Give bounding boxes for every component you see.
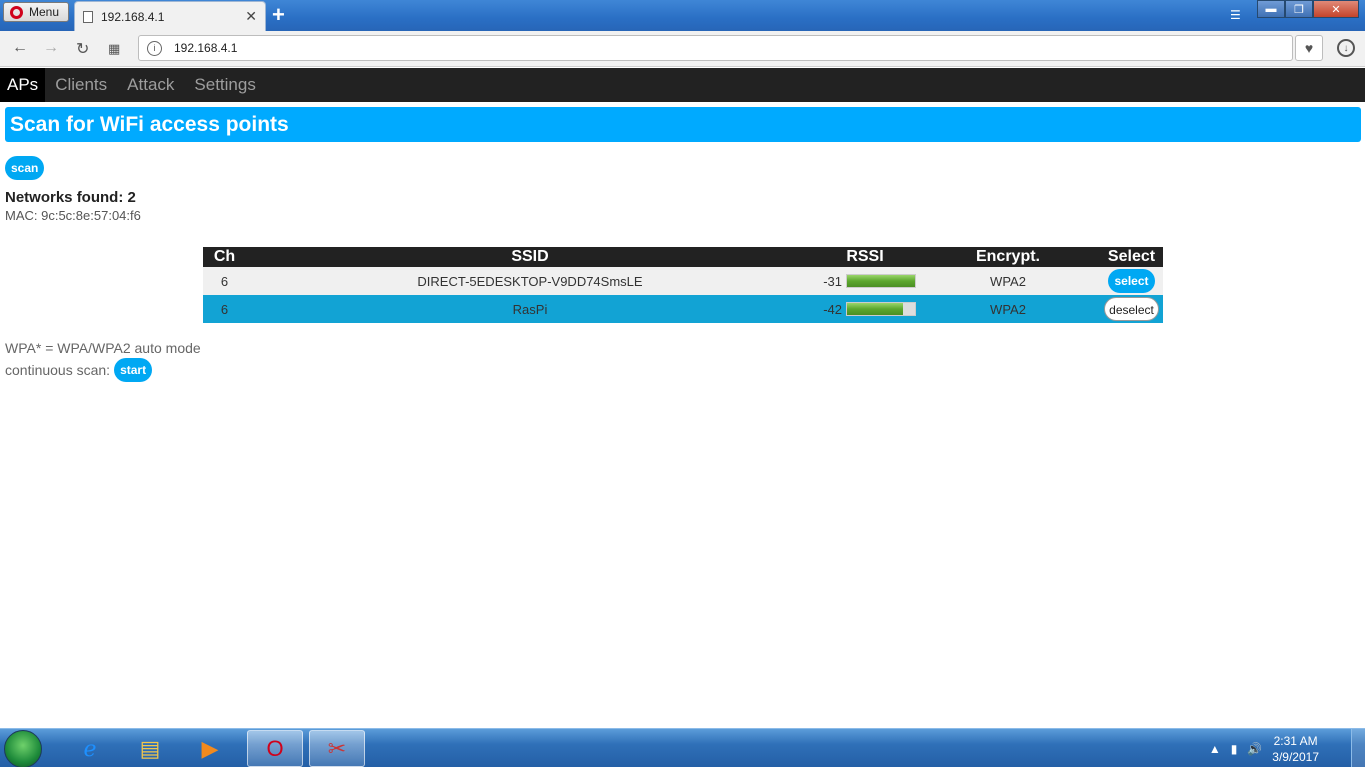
start-button[interactable] — [4, 730, 42, 767]
network-signal-icon[interactable]: ▮ — [1231, 742, 1238, 756]
header-encrypt: Encrypt. — [975, 248, 1040, 265]
cell-select: deselect — [1100, 295, 1163, 323]
continuous-scan-label: continuous scan: — [5, 362, 111, 378]
new-tab-button[interactable]: + — [272, 2, 285, 28]
header-select: Select — [1107, 248, 1156, 265]
start-button[interactable]: start — [114, 358, 153, 382]
browser-tab[interactable]: 192.168.4.1 ✕ — [74, 1, 266, 31]
wpa-note: WPA* = WPA/WPA2 auto mode — [5, 340, 201, 356]
window-controls: ▬ ❐ ✕ — [1257, 0, 1359, 18]
tray-expand-icon[interactable]: ▲ — [1209, 742, 1221, 756]
top-navigation: APs Clients Attack Settings — [0, 68, 1365, 102]
select-button[interactable]: select — [1108, 269, 1155, 293]
page-title: Scan for WiFi access points — [5, 107, 1361, 142]
restore-button[interactable]: ❐ — [1285, 0, 1313, 18]
opera-taskbar-icon[interactable]: O — [247, 730, 303, 767]
opera-menu-button[interactable]: Menu — [3, 2, 69, 22]
scan-button[interactable]: scan — [5, 156, 45, 180]
clock-time: 2:31 AM — [1273, 733, 1318, 748]
deselect-button[interactable]: deselect — [1104, 297, 1159, 321]
forward-arrow-icon[interactable]: → — [43, 39, 59, 57]
tab-menu-icon[interactable]: ☰ — [1230, 8, 1244, 22]
volume-icon[interactable]: 🔊 — [1247, 742, 1262, 756]
system-tray: ▲ ▮ 🔊 2:31 AM 3/9/2017 — [1209, 729, 1365, 767]
networks-found: Networks found: 2 — [5, 189, 136, 206]
cell-ssid: DIRECT-5EDESKTOP-V9DD74SmsLE — [417, 273, 643, 289]
nav-item-settings[interactable]: Settings — [184, 68, 265, 102]
minimize-button[interactable]: ▬ — [1257, 0, 1285, 18]
clock[interactable]: 2:31 AM 3/9/2017 — [1272, 733, 1319, 765]
speed-dial-grid-icon[interactable]: ▦ — [108, 41, 120, 57]
rssi-meter — [846, 274, 916, 288]
page-icon — [83, 10, 93, 23]
cell-select: select — [1100, 267, 1163, 295]
reload-icon[interactable]: ↻ — [76, 39, 89, 59]
tab-close-icon[interactable]: ✕ — [245, 8, 257, 25]
site-info-icon[interactable]: i — [147, 40, 162, 56]
header-ssid: SSID — [511, 248, 549, 265]
back-arrow-icon[interactable]: ← — [12, 39, 28, 57]
rssi-value: -42 — [823, 301, 842, 317]
table-row: 6 DIRECT-5EDESKTOP-V9DD74SmsLE -31 WPA2 … — [203, 267, 1163, 295]
internet-explorer-icon[interactable]: ℯ — [62, 730, 118, 767]
nav-item-attack[interactable]: Attack — [117, 68, 184, 102]
rssi-meter-fill — [847, 303, 904, 315]
cell-channel: 6 — [220, 273, 229, 289]
address-text: 192.168.4.1 — [174, 41, 238, 55]
show-desktop-button[interactable] — [1351, 729, 1365, 767]
windows-taskbar: ℯ ▤ ▶ O ✂ ▲ ▮ 🔊 2:31 AM 3/9/2017 — [0, 728, 1365, 767]
cell-rssi: -42 — [814, 295, 916, 323]
clock-date: 3/9/2017 — [1272, 749, 1319, 764]
rssi-value: -31 — [823, 273, 842, 289]
rssi-meter — [846, 302, 916, 316]
page-content: APs Clients Attack Settings Scan for WiF… — [0, 68, 1365, 728]
cell-encryption: WPA2 — [990, 273, 1026, 289]
cell-rssi: -31 — [814, 267, 916, 295]
opera-logo-icon — [10, 5, 23, 19]
close-button[interactable]: ✕ — [1313, 0, 1359, 18]
cell-channel: 6 — [220, 301, 229, 317]
address-bar[interactable]: i 192.168.4.1 — [138, 35, 1293, 61]
tab-title: 192.168.4.1 — [101, 9, 165, 24]
nav-item-clients[interactable]: Clients — [45, 68, 117, 102]
nav-item-aps[interactable]: APs — [0, 68, 46, 102]
rssi-meter-fill — [847, 275, 915, 287]
snipping-tool-icon[interactable]: ✂ — [309, 730, 365, 767]
cell-encryption: WPA2 — [990, 301, 1026, 317]
cell-ssid: RasPi — [512, 301, 548, 317]
file-explorer-icon[interactable]: ▤ — [122, 730, 178, 767]
media-player-icon[interactable]: ▶ — [182, 730, 238, 767]
bookmark-heart-icon[interactable]: ♥ — [1295, 35, 1323, 61]
browser-titlebar: Menu 192.168.4.1 ✕ + ☰ ▬ ❐ ✕ — [0, 0, 1365, 31]
download-icon[interactable]: ↓ — [1337, 39, 1355, 57]
header-rssi: RSSI — [846, 248, 884, 265]
table-header-row: Ch SSID RSSI Encrypt. Select — [203, 247, 1163, 267]
continuous-scan: continuous scan: start — [5, 358, 153, 382]
mac-address: MAC: 9c:5c:8e:57:04:f6 — [5, 208, 141, 223]
ap-table: Ch SSID RSSI Encrypt. Select 6 DIRECT-5E… — [203, 247, 1163, 323]
header-ch: Ch — [213, 248, 236, 265]
table-row: 6 RasPi -42 WPA2 deselect — [203, 295, 1163, 323]
browser-navbar: ← → ↻ ▦ i 192.168.4.1 ♥ ↓ — [0, 31, 1365, 67]
menu-label: Menu — [29, 5, 60, 19]
